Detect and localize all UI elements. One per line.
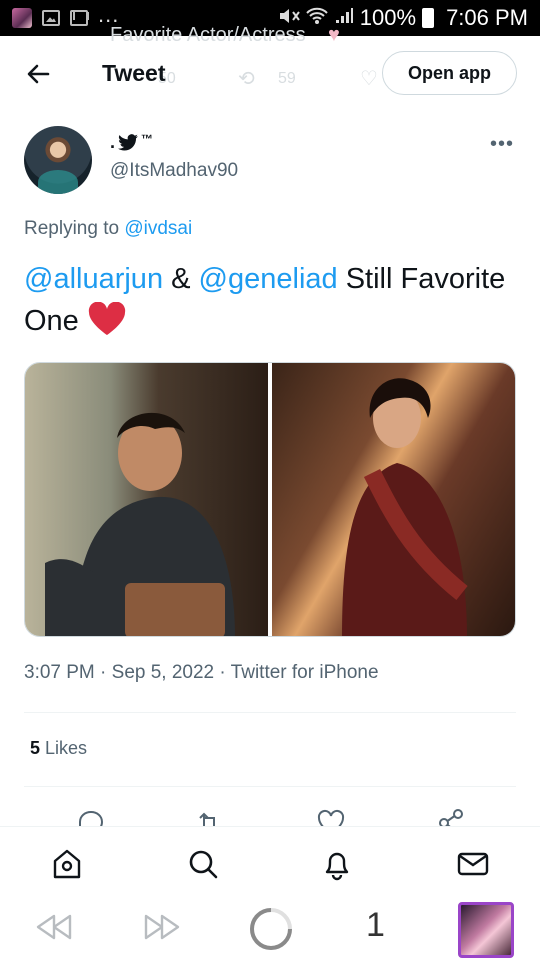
mention-link-2[interactable]: @geneliad (199, 263, 338, 295)
red-heart-emoji-icon (88, 302, 126, 335)
likes-count[interactable]: 5 Likes (30, 738, 87, 759)
mention-link-1[interactable]: @alluarjun (24, 263, 163, 295)
fast-forward-icon[interactable] (142, 912, 182, 942)
twitter-bird-icon (118, 133, 138, 150)
notifications-bell-icon[interactable] (320, 847, 354, 881)
loading-spinner-icon[interactable] (248, 906, 294, 952)
photo-1[interactable] (25, 363, 268, 636)
display-name-suffix: ™ (141, 131, 154, 146)
display-name-text: . (110, 132, 116, 152)
share-icon[interactable] (436, 808, 466, 826)
tweet-header: Favorite Actor/Actress ♥ 50 ⟲ 59 ♡ 3 Twe… (0, 24, 540, 112)
replying-to: Replying to @ivdsai (24, 218, 192, 240)
like-icon[interactable] (316, 808, 346, 826)
ghost-retweet-icon: ⟲ (238, 68, 255, 90)
ghost-heart-icon: ♥ (328, 24, 340, 46)
tweet-text: @alluarjun & @geneliad Still Favorite On… (24, 258, 514, 342)
author-handle[interactable]: @ItsMadhav90 (110, 160, 238, 182)
reply-icon[interactable] (76, 808, 106, 826)
gallery-icon (42, 10, 60, 26)
avatar[interactable] (24, 126, 92, 194)
battery-icon (422, 8, 435, 28)
divider (24, 786, 516, 787)
tweet-actions (0, 800, 540, 826)
tweet-meta: 3:07 PM · Sep 5, 2022 · Twitter for iPho… (24, 662, 379, 684)
search-icon[interactable] (186, 847, 220, 881)
more-options-icon[interactable]: ••• (488, 130, 516, 158)
photo-2-subject (342, 378, 468, 636)
author-display-name[interactable]: . ™ (110, 132, 153, 153)
photo-1-subject (45, 412, 235, 636)
tweet-text-amp: & (163, 263, 199, 295)
tweet-media (24, 362, 516, 637)
replying-to-link[interactable]: @ivdsai (124, 218, 192, 239)
divider (24, 712, 516, 713)
tab-count[interactable]: 1 (366, 906, 385, 945)
bottom-tab-bar (0, 826, 540, 896)
wifi-icon (306, 7, 328, 30)
rewind-back-icon[interactable] (34, 912, 74, 942)
browser-toolbar: 1 (0, 896, 540, 960)
page-title: Tweet (102, 60, 166, 86)
replying-prefix: Replying to (24, 218, 120, 239)
battery-percent: 100% (359, 5, 417, 30)
likes-number: 5 (30, 738, 41, 758)
ghost-like-icon: ♡ (360, 68, 378, 90)
messages-mail-icon[interactable] (456, 847, 490, 881)
clock: 7:06 PM (446, 5, 528, 30)
back-arrow-icon[interactable] (22, 58, 54, 90)
ghost-scroll-text: Favorite Actor/Actress (110, 24, 306, 46)
likes-label: Likes (40, 738, 88, 758)
ghost-retweet-count: 59 (278, 70, 296, 87)
tweet-timestamp[interactable]: 3:07 PM · Sep 5, 2022 (24, 662, 214, 683)
open-app-button[interactable]: Open app (382, 51, 517, 95)
gmail-icon (70, 10, 88, 26)
profile-thumbnail[interactable] (458, 902, 514, 958)
photo-2[interactable] (272, 363, 515, 636)
meta-separator: · (214, 662, 231, 683)
retweet-icon[interactable] (194, 808, 224, 826)
home-icon[interactable] (50, 847, 84, 881)
notification-app-icon (12, 8, 32, 28)
tweet-source[interactable]: Twitter for iPhone (231, 662, 379, 683)
